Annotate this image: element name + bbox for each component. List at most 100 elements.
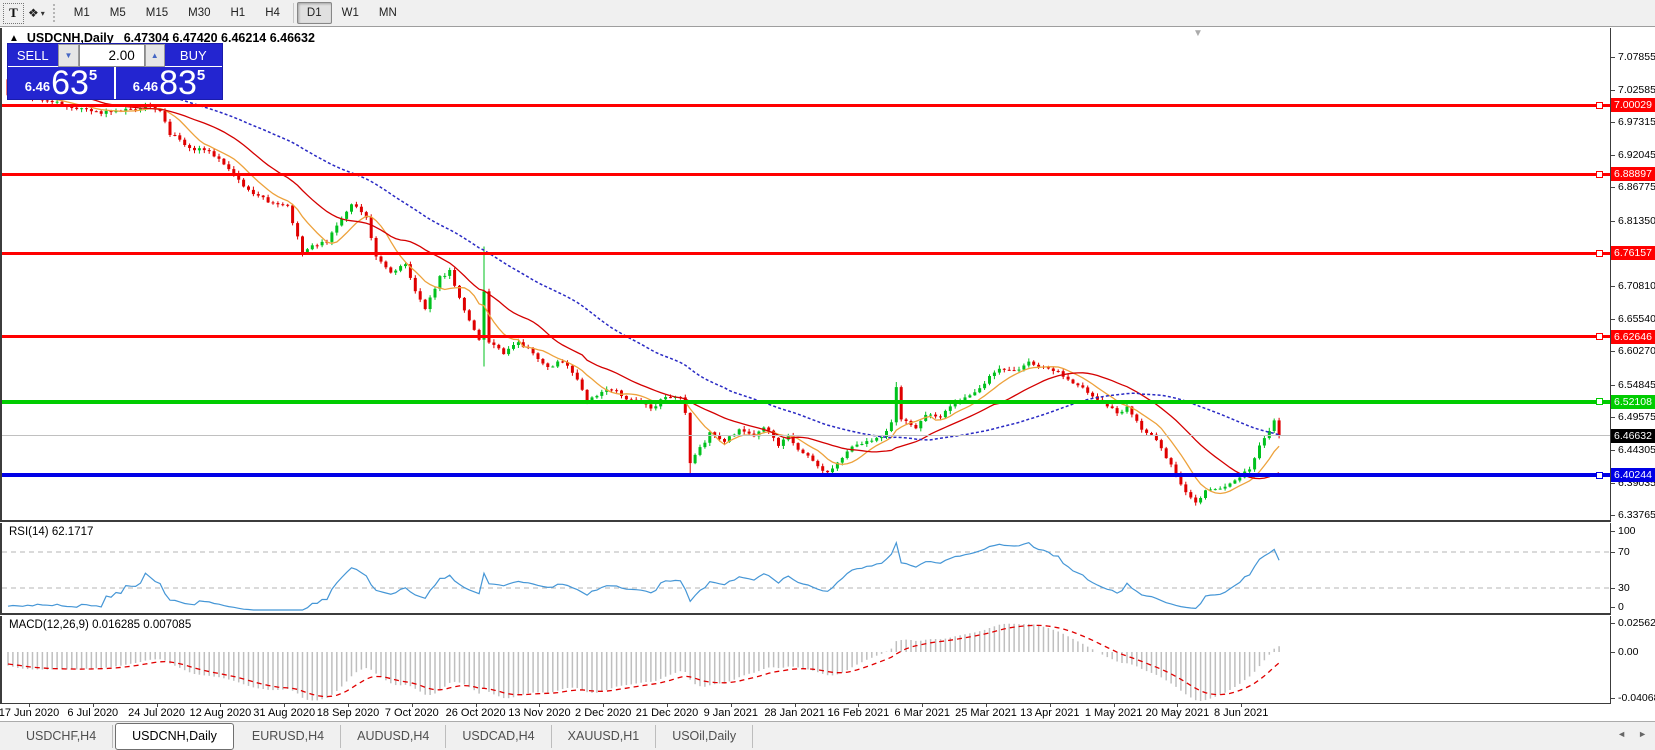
objects-tool-button[interactable]: ❖ ▾ [24,3,49,24]
toolbar-separator [292,3,294,23]
tab-scroll-arrows: ◄ ► [1617,729,1647,739]
axis-tick-mark [1611,607,1615,608]
axis-tick-mark [1611,187,1615,189]
axis-tick-mark [1611,286,1615,288]
level-price-badge: 6.52108 [1611,394,1655,409]
date-label: 8 Jun 2021 [1213,707,1269,719]
chart-tab-usdcad[interactable]: USDCAD,H4 [446,724,552,748]
text-tool-button[interactable]: T [3,2,24,24]
chart-tab-audusd[interactable]: AUDUSD,H4 [341,724,447,748]
chart-tab-eurusd[interactable]: EURUSD,H4 [236,724,342,748]
axis-tick-mark [1611,351,1615,353]
buy-price-prefix: 6.46 [132,79,159,94]
axis-tick-mark [1611,588,1615,589]
timeframe-button-m30[interactable]: M30 [178,2,220,24]
sell-price-big: 63 [51,64,89,102]
line-handle[interactable] [1596,101,1603,109]
timeframe-button-mn[interactable]: MN [369,2,407,24]
date-label: 17 Jun 2020 [0,707,60,719]
macd-tick-label: 0.025623 [1618,617,1655,629]
toolbar-grip [52,4,58,22]
autoscroll-marker-icon: ▼ [1193,28,1203,39]
level-price-badge: 7.00029 [1611,98,1655,113]
date-label: 16 Feb 2021 [827,707,890,719]
date-label: 18 Sep 2020 [316,707,380,719]
price-axis[interactable]: 7.07855 7.02585 6.97315 6.92045 6.86775 6.813… [1611,28,1655,704]
one-click-trading-panel: SELL ▼ 2.00 ▲ BUY 6.46 63 5 6.46 83 5 [7,43,223,100]
price-tick-label: 6.65540 [1618,312,1655,325]
support-resistance-line[interactable] [2,251,1610,255]
date-label: 26 Oct 2020 [445,707,506,719]
axis-tick-mark [1611,552,1615,553]
sell-button[interactable]: SELL [8,44,58,67]
price-tick-label: 7.02585 [1618,83,1655,96]
timeframe-button-h1[interactable]: H1 [221,2,256,24]
axis-tick-mark [1611,57,1615,58]
support-resistance-line[interactable] [2,103,1610,107]
chart-tab-xauusd[interactable]: XAUUSD,H1 [552,724,657,748]
date-label: 13 Apr 2021 [1020,707,1080,719]
price-tick-label: 6.92045 [1618,148,1655,161]
expand-chart-icon[interactable]: ▲ [9,33,19,44]
support-resistance-line[interactable] [2,473,1610,477]
line-handle[interactable] [1596,471,1603,479]
timeframe-button-h4[interactable]: H4 [255,2,290,24]
level-price-badge: 6.76157 [1611,246,1655,260]
line-handle[interactable] [1596,333,1603,340]
timeframe-button-w1[interactable]: W1 [332,2,369,24]
date-label: 1 May 2021 [1084,707,1143,719]
date-label: 2 Dec 2020 [575,707,632,719]
chart-tab-usdchf[interactable]: USDCHF,H4 [10,724,114,748]
axis-tick-mark [1611,220,1615,222]
line-handle[interactable] [1596,249,1603,257]
date-label: 24 Jul 2020 [128,707,186,719]
support-resistance-line[interactable] [2,172,1610,176]
macd-label: MACD(12,26,9) 0.016285 0.007085 [9,619,192,631]
rsi-label: RSI(14) 62.1717 [9,526,94,538]
date-label: 6 Mar 2021 [894,707,951,719]
axis-tick-mark [1611,384,1615,386]
volume-field[interactable]: 2.00 [79,44,145,67]
axis-tick-mark [1611,449,1615,451]
axis-tick-mark [1611,482,1615,484]
price-tick-label: 6.33765 [1618,509,1655,522]
timeframe-button-m5[interactable]: M5 [100,2,136,24]
rsi-pane[interactable]: RSI(14) 62.1717 [0,523,1611,615]
buy-price-button[interactable]: 6.46 83 5 [116,64,222,102]
timeframe-button-d1[interactable]: D1 [296,2,332,24]
rsi-tick-label: 30 [1618,582,1630,594]
chart-tab-usoil[interactable]: USOil,Daily [656,724,754,748]
level-price-badge: 6.88897 [1611,167,1655,182]
timeframe-button-m1[interactable]: M1 [64,2,100,24]
objects-icon: ❖ [28,6,39,20]
axis-tick-mark [1611,652,1615,653]
date-label: 12 Aug 2020 [189,707,252,719]
candlestick-canvas[interactable] [2,28,1610,520]
line-handle[interactable] [1596,398,1603,406]
macd-pane[interactable]: MACD(12,26,9) 0.016285 0.007085 [0,616,1611,704]
level-price-badge: 6.40244 [1611,468,1655,482]
price-chart-pane[interactable]: ▲ USDCNH,Daily 6.47304 6.47420 6.46214 6… [0,28,1611,522]
rsi-tick-label: 100 [1618,525,1636,537]
sell-price-prefix: 6.46 [24,79,51,94]
tab-scroll-left-icon[interactable]: ◄ [1617,729,1626,739]
time-axis[interactable]: 17 Jun 2020 6 Jul 2020 24 Jul 2020 12 Aug 2… [0,704,1655,721]
timeframe-buttons: M1 M5 M15 M30 H1 H4 D1 W1 MN [64,2,407,24]
price-tick-label: 6.97315 [1618,116,1655,129]
tab-scroll-right-icon[interactable]: ► [1638,729,1647,739]
price-tick-label: 6.70810 [1618,280,1655,293]
buy-price-big: 83 [159,64,197,102]
support-resistance-line[interactable] [2,335,1610,338]
timeframe-button-m15[interactable]: M15 [136,2,178,24]
date-label: 7 Oct 2020 [384,707,439,719]
axis-tick-mark [1611,89,1615,91]
date-label: 9 Jan 2021 [703,707,759,719]
chart-tab-usdcnh[interactable]: USDCNH,Daily [115,722,234,750]
support-resistance-line[interactable] [2,399,1610,404]
axis-tick-mark [1611,318,1615,320]
rsi-tick-label: 70 [1618,546,1630,558]
line-handle[interactable] [1596,170,1603,178]
toolbar: T ❖ ▾ M1 M5 M15 M30 H1 H4 D1 W1 MN [0,0,1655,27]
date-label: 6 Jul 2020 [67,707,119,719]
sell-price-button[interactable]: 6.46 63 5 [8,64,114,102]
